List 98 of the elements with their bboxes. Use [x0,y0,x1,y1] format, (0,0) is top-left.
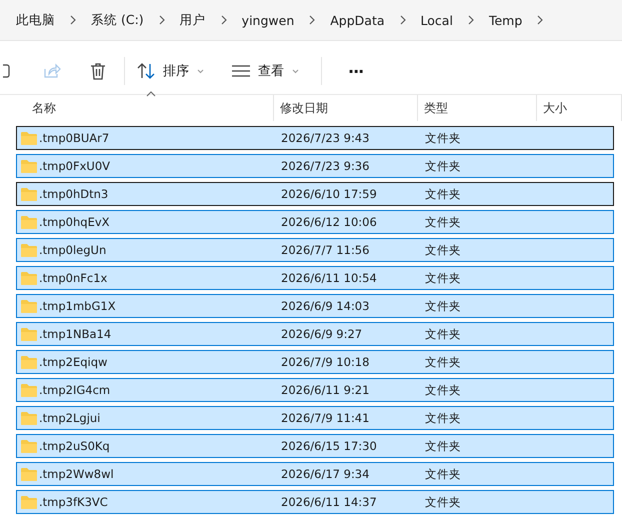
breadcrumb-item[interactable]: Temp [478,12,532,28]
modified-date: 2026/7/23 9:43 [281,131,370,145]
modified-date: 2026/7/9 11:41 [281,411,370,425]
modified-date: 2026/6/10 17:59 [281,187,378,201]
file-row[interactable]: .tmp1NBa14 2026/6/9 9:27 文件夹 [16,322,614,346]
file-name: .tmp0hDtn3 [39,187,110,201]
folder-icon [21,383,37,397]
file-type: 文件夹 [425,382,462,398]
breadcrumb-item[interactable]: Local [410,12,463,28]
lines-icon [232,65,250,77]
breadcrumb-item[interactable]: 用户 [170,12,216,28]
file-name: .tmp0BUAr7 [39,131,110,145]
breadcrumb-item[interactable]: 系统 (C:) [81,12,154,28]
sort-button[interactable]: 排序 [129,55,212,87]
file-row[interactable]: .tmp0hqEvX 2026/6/12 10:06 文件夹 [16,210,614,234]
folder-icon [21,439,37,453]
modified-date: 2026/6/11 9:21 [281,383,370,397]
column-header[interactable]: 名称 [0,95,274,121]
folder-icon [21,159,37,173]
modified-date: 2026/6/12 10:06 [281,215,378,229]
file-name: .tmp2Eqiqw [39,355,108,369]
file-type: 文件夹 [425,410,462,426]
file-row[interactable]: .tmp0nFc1x 2026/6/11 10:54 文件夹 [16,266,614,290]
file-row[interactable]: .tmp0FxU0V 2026/7/23 9:36 文件夹 [16,154,614,178]
file-row[interactable]: .tmp0legUn 2026/7/7 11:56 文件夹 [16,238,614,262]
modified-date: 2026/6/11 14:37 [281,495,378,509]
file-type: 文件夹 [425,242,462,258]
file-name: .tmp0legUn [39,243,108,257]
file-name: .tmp1NBa14 [39,327,112,341]
folder-icon [21,215,37,229]
chevron-icon[interactable] [220,15,228,25]
chevron-icon[interactable] [398,15,407,25]
file-type: 文件夹 [425,130,462,146]
file-row[interactable]: .tmp2Ww8wl 2026/6/17 9:34 文件夹 [16,462,614,486]
file-type: 文件夹 [425,186,462,202]
view-button[interactable]: 查看 [224,55,307,87]
chevron-icon[interactable] [466,15,475,25]
file-name: .tmp3fK3VC [39,495,109,509]
column-header[interactable]: 修改日期 [274,95,418,121]
copy-icon [3,63,11,79]
modified-date: 2026/7/7 11:56 [281,243,370,257]
file-type: 文件夹 [425,270,462,286]
file-row[interactable]: .tmp2uS0Kq 2026/6/15 17:30 文件夹 [16,434,614,458]
file-name: .tmp2uS0Kq [39,439,111,453]
folder-icon [21,411,37,425]
folder-icon [21,299,37,313]
sort-arrows-icon [137,63,155,79]
file-type: 文件夹 [425,298,462,314]
file-row[interactable]: .tmp2IG4cm 2026/6/11 9:21 文件夹 [16,378,614,402]
file-row[interactable]: .tmp0hDtn3 2026/6/10 17:59 文件夹 [16,182,614,206]
file-name: .tmp0FxU0V [39,159,112,173]
file-name: .tmp1mbG1X [39,299,117,313]
modified-date: 2026/6/9 14:03 [281,299,370,313]
caret-icon [292,68,299,74]
chevron-icon[interactable] [158,15,166,25]
file-type: 文件夹 [425,438,462,454]
modified-date: 2026/7/9 10:18 [281,355,370,369]
folder-icon [21,187,37,201]
file-name: .tmp2Ww8wl [39,467,115,481]
file-type: 文件夹 [425,214,462,230]
folder-icon [21,327,37,341]
breadcrumb-item[interactable]: yingwen [232,12,304,28]
folder-icon [21,467,37,481]
folder-icon [21,131,37,145]
column-header[interactable]: 大小 [537,95,622,121]
file-row[interactable]: .tmp1mbG1X 2026/6/9 14:03 文件夹 [16,294,614,318]
file-name: .tmp0hqEvX [39,215,111,229]
chevron-icon[interactable] [536,15,544,25]
folder-icon [21,243,37,257]
file-type: 文件夹 [425,326,462,342]
share-icon [43,62,61,80]
file-row[interactable]: .tmp3fK3VC 2026/6/11 14:37 文件夹 [16,490,614,514]
file-row[interactable]: .tmp2Eqiqw 2026/7/9 10:18 文件夹 [16,350,614,374]
modified-date: 2026/6/17 9:34 [281,467,370,481]
file-name: .tmp2Lgjui [39,411,102,425]
caret-icon [197,68,204,74]
file-row[interactable]: .tmp2Lgjui 2026/7/9 11:41 文件夹 [16,406,614,430]
column-header[interactable]: 类型 [418,95,537,121]
modified-date: 2026/6/15 17:30 [281,439,378,453]
folder-icon [21,355,37,369]
file-row[interactable]: .tmp0BUAr7 2026/7/23 9:43 文件夹 [16,126,614,150]
modified-date: 2026/6/11 10:54 [281,271,378,285]
breadcrumb-item[interactable]: AppData [320,12,395,28]
modified-date: 2026/7/23 9:36 [281,159,370,173]
folder-icon [21,495,37,509]
chevron-icon[interactable] [308,15,316,25]
file-type: 文件夹 [425,494,462,510]
folder-icon [21,271,37,285]
file-type: 文件夹 [425,354,462,370]
modified-date: 2026/6/9 9:27 [281,327,364,341]
file-name: .tmp2IG4cm [39,383,112,397]
chevron-icon[interactable] [69,15,77,25]
file-type: 文件夹 [425,158,462,174]
file-name: .tmp0nFc1x [39,271,108,285]
breadcrumb-item[interactable]: 此电脑 [6,12,65,28]
more-button[interactable]: ··· [342,60,370,82]
trash-icon [90,62,106,80]
file-type: 文件夹 [425,466,462,482]
